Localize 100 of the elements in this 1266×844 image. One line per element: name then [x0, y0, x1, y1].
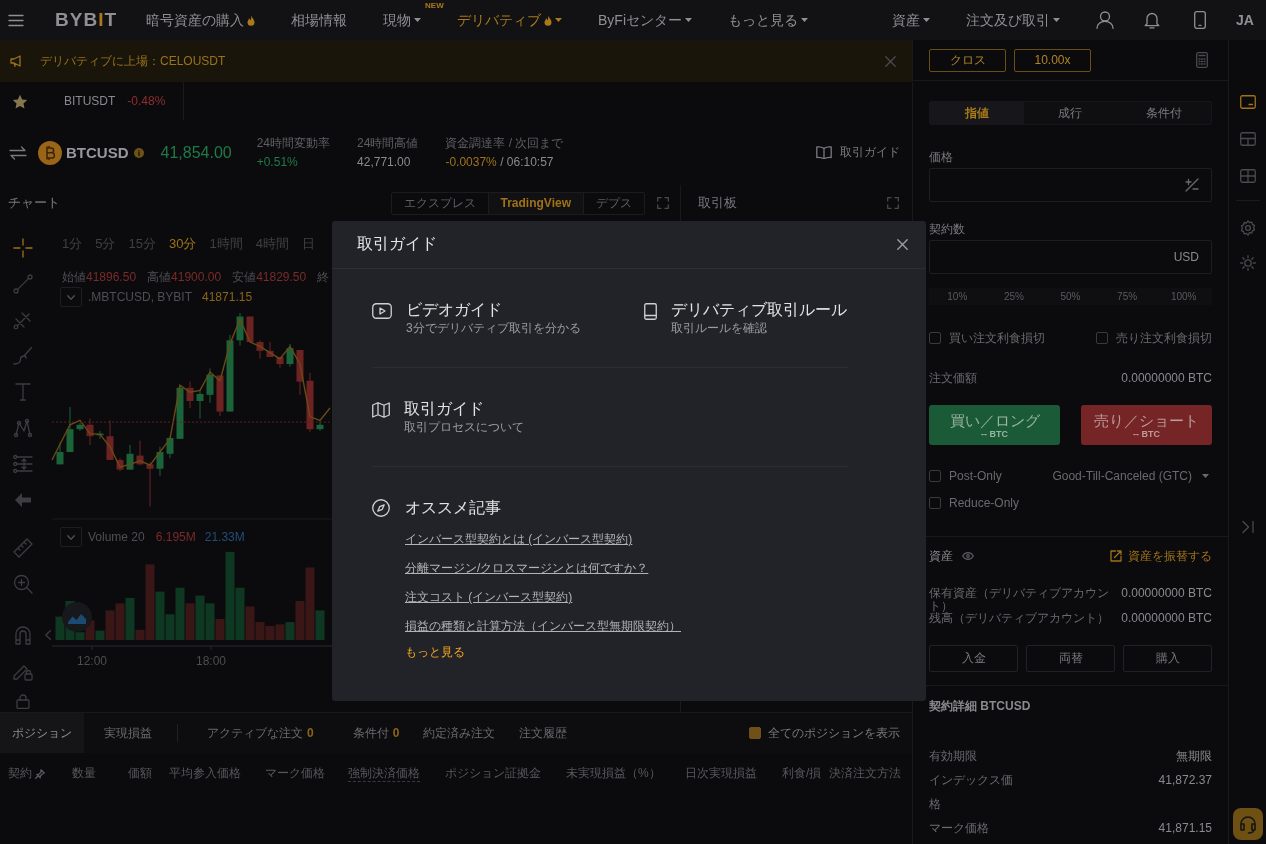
caret-icon [1202, 474, 1209, 478]
symbol-text[interactable]: BTCUSD [66, 144, 129, 161]
asset-label: 残高（デリバティブアカウント） [929, 612, 1110, 625]
buy-button[interactable]: 買い／ロング -- BTC [929, 405, 1060, 445]
more-link[interactable]: もっと見る [405, 644, 465, 660]
star-icon[interactable] [12, 93, 28, 109]
quantity-field[interactable]: USD [929, 240, 1212, 274]
close-icon[interactable] [897, 239, 908, 250]
nav-item[interactable]: 資産 [892, 10, 930, 30]
headset-icon[interactable] [1232, 808, 1263, 840]
guide-title[interactable]: デリバティブ取引ルール [671, 300, 847, 320]
position-tab[interactable]: アクティブな注文 0 [195, 713, 326, 753]
bybit-logo[interactable]: BYBIT [55, 9, 117, 31]
position-tab[interactable]: 条件付 0 [340, 713, 412, 753]
line-tool-icon[interactable] [12, 274, 33, 294]
lock-icon[interactable] [14, 693, 31, 709]
announcement-text[interactable]: デリバティブに上場：CELOUSDT [40, 52, 226, 70]
value-text: 0.00000000 BTC [1121, 370, 1212, 386]
zoom-in-icon[interactable] [12, 574, 33, 594]
guide-link[interactable]: 取引ガイド [816, 144, 900, 161]
article-link[interactable]: 損益の種類と計算方法（インバース型無期限契約） [405, 618, 681, 634]
panel-icon[interactable] [1239, 95, 1256, 109]
nav-item[interactable]: 相場情報 [291, 10, 347, 30]
view-tab[interactable]: デプス [583, 192, 644, 214]
position-tab[interactable]: 注文履歴 [507, 713, 580, 753]
order-type-tab[interactable]: 指値 [930, 102, 1024, 124]
checkbox[interactable] [1096, 332, 1108, 344]
position-tab[interactable]: 実現損益 [92, 713, 164, 753]
checkbox[interactable] [749, 727, 761, 739]
price-field[interactable] [929, 168, 1212, 202]
article-link[interactable]: 注文コスト (インバース型契約) [405, 589, 573, 605]
brush-icon[interactable] [12, 346, 33, 366]
expand-icon[interactable] [657, 197, 669, 209]
magnet-icon[interactable] [12, 625, 33, 645]
pattern-icon[interactable] [12, 418, 33, 438]
transfer-link[interactable]: 資産を振替する [1110, 548, 1212, 564]
plus-minus-icon[interactable] [1185, 178, 1199, 192]
collapse-button[interactable] [60, 287, 82, 307]
percent-button[interactable]: 25% [985, 288, 1043, 305]
nav-item[interactable]: もっと見る [728, 10, 808, 30]
series-name: .MBTCUSD, BYBIT [88, 290, 192, 304]
view-tab[interactable]: TradingView [487, 192, 583, 214]
user-icon[interactable] [1096, 11, 1114, 29]
nav-item[interactable]: ByFiセンター [598, 10, 692, 30]
checkbox[interactable] [929, 332, 941, 344]
position-tab[interactable]: 約定済み注文 [411, 713, 508, 753]
volume-bar [115, 603, 125, 640]
margin-mode-button[interactable]: クロス [929, 48, 1006, 72]
column-header: 決済注文方法 [829, 765, 901, 782]
asset-value: 0.00000000 BTC [1121, 587, 1212, 600]
nav-item[interactable]: 暗号資産の購入 [146, 10, 255, 30]
crosshair-icon[interactable] [12, 238, 33, 258]
guide-title[interactable]: 取引ガイド [404, 399, 524, 419]
symbol-text[interactable]: BITUSDT [64, 94, 116, 108]
view-tab[interactable]: エクスプレス [391, 192, 488, 214]
percent-button[interactable]: 10% [929, 288, 986, 305]
order-type-tab[interactable]: 条件付 [1117, 102, 1211, 124]
sell-button[interactable]: 売り／ショート -- BTC [1081, 405, 1212, 445]
collapse-icon[interactable] [1240, 520, 1255, 534]
language-button[interactable]: JA [1236, 12, 1254, 28]
percent-button[interactable]: 50% [1042, 288, 1099, 305]
guide-subtitle: 3分でデリバティブ取引を分かる [406, 320, 581, 336]
expand-icon[interactable] [887, 197, 899, 209]
position-tab[interactable]: ポジション [0, 713, 84, 753]
article-link[interactable]: 分離マージン/クロスマージンとは何ですか？ [405, 560, 649, 576]
asset-button[interactable]: 購入 [1123, 644, 1212, 672]
eye-icon[interactable] [962, 552, 974, 560]
percent-button[interactable]: 75% [1098, 288, 1156, 305]
menu-icon[interactable] [8, 13, 24, 27]
volume-value: 6.195M [155, 530, 196, 544]
measure-icon[interactable] [12, 454, 33, 474]
sun-icon[interactable] [1239, 255, 1256, 271]
nav-item[interactable]: 注文及び取引 [966, 10, 1060, 30]
swap-arrows-icon[interactable] [9, 145, 27, 160]
wave-logo-icon[interactable] [62, 602, 92, 632]
calculator-icon[interactable] [1196, 52, 1208, 68]
detail-value: 無期限 [1176, 747, 1212, 765]
ruler-icon[interactable] [12, 538, 33, 558]
settings-icon[interactable] [1239, 220, 1256, 236]
percent-button[interactable]: 100% [1155, 288, 1212, 305]
chevron-left-icon[interactable] [45, 630, 51, 640]
checkbox[interactable] [929, 497, 941, 509]
pitchfork-icon[interactable] [12, 310, 33, 330]
checkbox[interactable] [929, 470, 941, 482]
info-icon [133, 147, 144, 158]
asset-button[interactable]: 入金 [929, 644, 1018, 672]
grid-icon[interactable] [1239, 169, 1256, 183]
article-link[interactable]: インバース型契約とは (インバース型契約) [405, 531, 633, 547]
order-type-tab[interactable]: 成行 [1023, 102, 1118, 124]
interval-tab[interactable]: 30分 [168, 235, 197, 253]
layout-icon[interactable] [1239, 132, 1256, 146]
nav-item[interactable]: デリバティブ [457, 10, 562, 30]
bell-icon[interactable] [1144, 11, 1160, 29]
phone-icon[interactable] [1194, 11, 1206, 29]
collapse-button[interactable] [60, 527, 82, 547]
guide-title[interactable]: ビデオガイド [406, 300, 581, 320]
chevron-down-icon [67, 294, 75, 300]
leverage-button[interactable]: 10.00x [1014, 48, 1091, 72]
asset-button[interactable]: 両替 [1026, 644, 1115, 672]
time-in-force-dropdown[interactable]: Good-Till-Canceled (GTC) [1052, 468, 1209, 484]
